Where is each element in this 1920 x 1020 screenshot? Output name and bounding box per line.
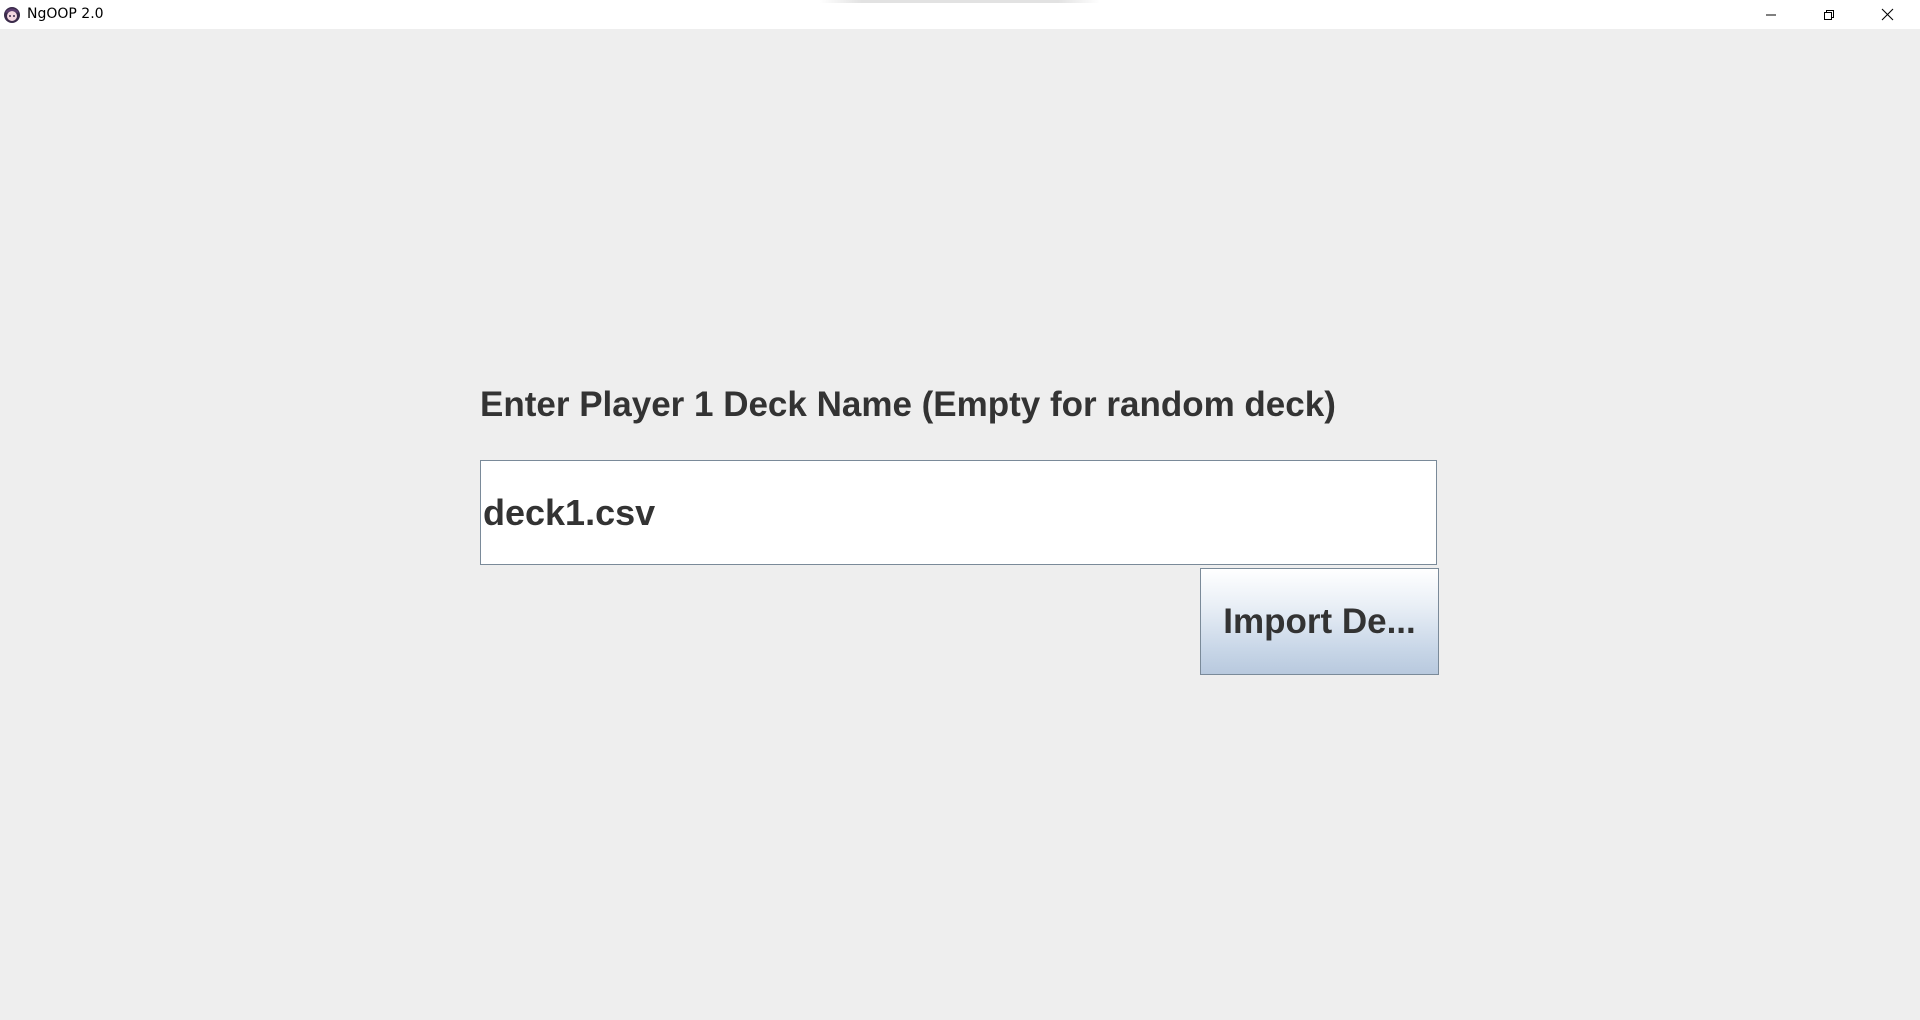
minimize-button[interactable] xyxy=(1742,0,1800,29)
close-button[interactable] xyxy=(1858,0,1916,29)
window-title: NgOOP 2.0 xyxy=(27,6,104,22)
restore-button[interactable] xyxy=(1800,0,1858,29)
title-bar: NgOOP 2.0 xyxy=(0,0,1920,29)
minimize-icon xyxy=(1765,9,1777,21)
restore-icon xyxy=(1823,9,1835,21)
title-bar-handle xyxy=(820,0,1100,3)
close-icon xyxy=(1881,8,1894,21)
import-deck-button[interactable]: Import De... xyxy=(1200,568,1439,675)
deck-name-prompt: Enter Player 1 Deck Name (Empty for rand… xyxy=(480,385,1336,424)
app-logo-icon xyxy=(3,6,21,24)
deck-name-input[interactable] xyxy=(480,460,1437,565)
